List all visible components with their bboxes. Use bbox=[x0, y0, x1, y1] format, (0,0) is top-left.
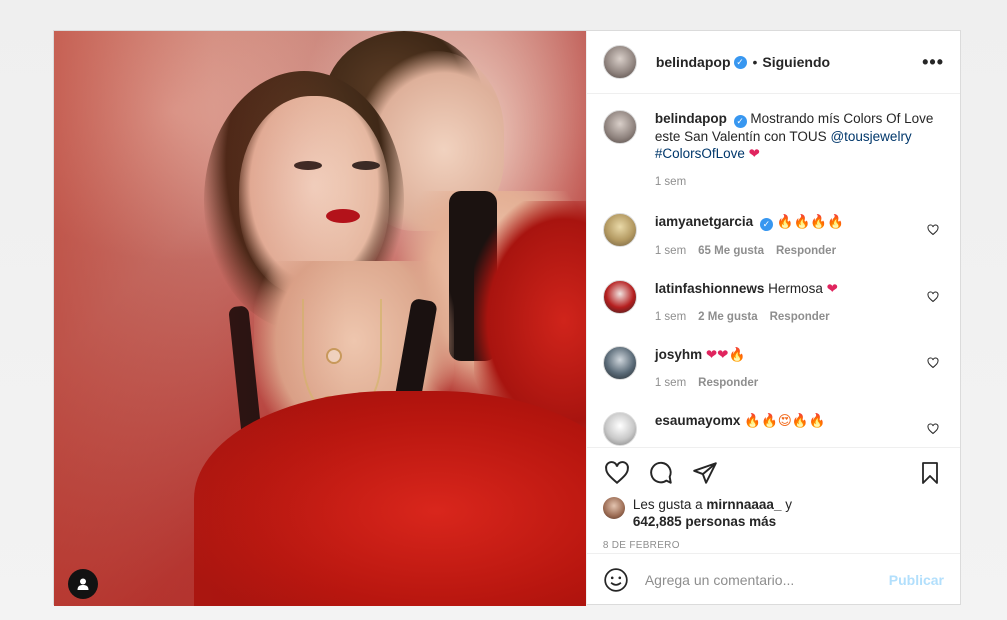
comment-username[interactable]: latinfashionnews bbox=[655, 281, 765, 296]
author-username[interactable]: belindapop bbox=[656, 54, 731, 70]
comment-avatar[interactable] bbox=[602, 346, 637, 381]
caption: belindapop ✓ Mostrando mís Colors Of Lov… bbox=[602, 110, 944, 191]
paper-plane-icon bbox=[693, 461, 717, 484]
separator-dot: • bbox=[752, 54, 758, 71]
more-options-button[interactable]: ••• bbox=[922, 52, 944, 73]
author-avatar[interactable] bbox=[602, 45, 637, 80]
comment-username[interactable]: esaumayomx bbox=[655, 413, 741, 428]
comment-likes-count[interactable]: 65 Me gusta bbox=[698, 243, 764, 260]
comment-time[interactable]: 1 sem bbox=[655, 375, 686, 392]
comment-time[interactable]: 1 sem bbox=[655, 309, 686, 326]
heart-emoji: ❤ bbox=[748, 146, 760, 162]
verified-badge-icon: ✓ bbox=[733, 115, 747, 129]
likes-prefix: Les gusta a bbox=[632, 496, 703, 512]
comment-bubble-icon bbox=[650, 461, 672, 484]
reply-button[interactable]: Responder bbox=[698, 375, 758, 392]
caption-avatar[interactable] bbox=[602, 110, 637, 145]
reply-button[interactable]: Responder bbox=[776, 243, 836, 260]
user-icon bbox=[77, 578, 89, 590]
likes-summary: Les gusta a mirnnaaaa_ y 642,885 persona… bbox=[602, 496, 944, 530]
comment-item: esaumayomx 🔥🔥😍🔥🔥 bbox=[602, 412, 944, 447]
heart-outline-icon bbox=[927, 357, 939, 369]
post-sidebar: belindapop ✓ • Siguiendo ••• belindapop … bbox=[585, 31, 960, 606]
comment-item: josyhm ❤❤🔥 1 sem Responder bbox=[602, 346, 944, 392]
verified-badge-icon: ✓ bbox=[759, 218, 773, 232]
publish-button[interactable]: Publicar bbox=[889, 572, 944, 588]
comment-username[interactable]: iamyanetgarcia bbox=[655, 214, 753, 229]
comment-button[interactable] bbox=[647, 459, 675, 487]
heart-outline-icon bbox=[927, 224, 939, 236]
post-actions: Les gusta a mirnnaaaa_ y 642,885 persona… bbox=[586, 446, 960, 553]
comment-text: ❤❤🔥 bbox=[705, 347, 746, 363]
comment-avatar[interactable] bbox=[602, 213, 637, 248]
caption-time[interactable]: 1 sem bbox=[655, 174, 686, 191]
comment-avatar[interactable] bbox=[602, 412, 637, 447]
comment-likes-count[interactable]: 2 Me gusta bbox=[698, 309, 757, 326]
caption-mention-link[interactable]: @tousjewelry bbox=[830, 129, 911, 144]
comment-text: 🔥🔥😍🔥🔥 bbox=[744, 413, 826, 429]
comments-list[interactable]: belindapop ✓ Mostrando mís Colors Of Lov… bbox=[587, 94, 960, 447]
likes-joiner: y bbox=[785, 496, 792, 512]
heart-emoji: ❤ bbox=[826, 281, 838, 297]
comment-text: 🔥🔥🔥🔥 bbox=[776, 214, 844, 230]
reply-button[interactable]: Responder bbox=[770, 309, 830, 326]
bookmark-icon bbox=[922, 461, 938, 484]
heart-outline-icon bbox=[927, 291, 939, 303]
caption-username[interactable]: belindapop bbox=[655, 111, 727, 126]
like-button[interactable] bbox=[603, 459, 631, 487]
like-comment-button[interactable] bbox=[926, 356, 940, 370]
comment-item: iamyanetgarcia ✓ 🔥🔥🔥🔥 1 sem 65 Me gusta … bbox=[602, 213, 944, 260]
comment-input[interactable] bbox=[644, 572, 889, 589]
comment-item: latinfashionnews Hermosa ❤ 1 sem 2 Me gu… bbox=[602, 280, 944, 326]
liker-username[interactable]: mirnnaaaa_ bbox=[706, 497, 781, 512]
comment-text: Hermosa bbox=[768, 281, 823, 297]
verified-badge-icon: ✓ bbox=[733, 55, 747, 69]
caption-hashtag-link[interactable]: #ColorsOfLove bbox=[655, 146, 745, 161]
tagged-user-button[interactable] bbox=[68, 569, 98, 599]
likes-count[interactable]: 642,885 personas más bbox=[633, 514, 776, 529]
emoji-icon[interactable] bbox=[603, 567, 629, 593]
comment-username[interactable]: josyhm bbox=[655, 347, 702, 362]
comment-time[interactable]: 1 sem bbox=[655, 243, 686, 260]
comment-avatar[interactable] bbox=[602, 280, 637, 315]
add-comment-bar: Publicar bbox=[586, 553, 960, 606]
heart-icon bbox=[604, 460, 629, 484]
save-button[interactable] bbox=[916, 459, 944, 487]
following-button[interactable]: Siguiendo bbox=[762, 54, 830, 70]
heart-outline-icon bbox=[927, 423, 939, 435]
liker-avatar bbox=[602, 496, 625, 519]
post-date[interactable]: 8 DE FEBRERO bbox=[603, 540, 944, 551]
like-comment-button[interactable] bbox=[926, 223, 940, 237]
like-comment-button[interactable] bbox=[926, 290, 940, 304]
share-button[interactable] bbox=[691, 459, 719, 487]
like-comment-button[interactable] bbox=[926, 422, 940, 436]
post-modal: belindapop ✓ • Siguiendo ••• belindapop … bbox=[53, 30, 961, 606]
post-photo[interactable] bbox=[54, 31, 586, 606]
post-header: belindapop ✓ • Siguiendo ••• bbox=[586, 31, 960, 95]
